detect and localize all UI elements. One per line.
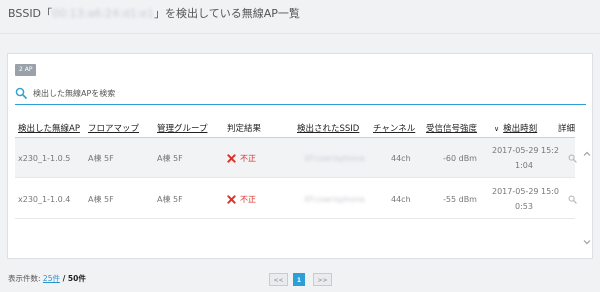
- result-label: 不正: [240, 153, 256, 163]
- sort-desc-icon: ∨: [494, 125, 500, 133]
- cell-result: 不正: [227, 179, 256, 219]
- pager-prev-button[interactable]: <<: [269, 273, 288, 286]
- cell-time: 2017-05-29 15:0 0:53: [489, 179, 559, 219]
- cell-ssid: XFcowrisphone: [304, 138, 365, 178]
- page-title: BSSID「00:13:a6:24:d1:e1」を検出している無線AP一覧: [8, 5, 300, 21]
- col-detect-time[interactable]: ∨ 検出時刻: [494, 122, 537, 134]
- x-icon: [227, 194, 236, 204]
- ssid-value: XFcowrisphone: [304, 194, 365, 204]
- title-bssid: 00:13:a6:24:d1:e1: [52, 7, 155, 20]
- table-row[interactable]: x230_1-1.0.5 A棟 5F A棟 5F 不正 XFcowrisphon…: [15, 138, 577, 178]
- magnifier-icon: [568, 154, 577, 163]
- cell-channel: 44ch: [391, 194, 411, 204]
- col-group[interactable]: 管理グループ: [157, 122, 208, 134]
- cell-ssid: XFcowrisphone: [304, 179, 365, 219]
- col-ssid[interactable]: 検出されたSSID: [297, 122, 359, 134]
- time-line2: 1:04: [515, 161, 533, 170]
- page-size-info: 表示件数: 25件 / 50件: [8, 273, 86, 284]
- col-result: 判定結果: [227, 124, 262, 134]
- pager-next-button[interactable]: >>: [313, 273, 332, 286]
- cell-signal: -55 dBm: [443, 194, 477, 204]
- cell-floor: A棟 5F: [88, 194, 114, 204]
- cell-ap: x230_1-1.0.4: [18, 194, 71, 204]
- cell-floor: A棟 5F: [88, 153, 114, 163]
- detail-button[interactable]: [568, 179, 577, 219]
- ap-count-badge: 2 AP: [15, 64, 37, 76]
- chevron-up-icon[interactable]: [583, 150, 591, 158]
- col-detected-ap[interactable]: 検出した無線AP: [18, 122, 80, 134]
- search-input[interactable]: [33, 86, 573, 101]
- title-prefix: BSSID「: [8, 7, 53, 20]
- page-size-label: 表示件数:: [8, 274, 43, 283]
- ap-list-panel: 2 AP 検出した無線AP フロアマップ 管理グループ 判定結果 検出されたSS…: [7, 53, 593, 259]
- col-signal[interactable]: 受信信号強度: [426, 122, 477, 134]
- cell-time: 2017-05-29 15:2 1:04: [489, 138, 559, 178]
- search-box[interactable]: [15, 84, 586, 105]
- title-divider: [0, 33, 600, 34]
- col-floor-map[interactable]: フロアマップ: [88, 122, 139, 134]
- chevron-down-icon[interactable]: [583, 238, 591, 246]
- table-row[interactable]: x230_1-1.0.4 A棟 5F A棟 5F 不正 XFcowrisphon…: [15, 179, 577, 219]
- time-line1: 2017-05-29 15:2: [492, 146, 559, 155]
- cell-signal: -60 dBm: [443, 153, 477, 163]
- title-suffix: 」を検出している無線AP一覧: [154, 7, 300, 20]
- cell-result: 不正: [227, 138, 256, 178]
- cell-channel: 44ch: [391, 153, 411, 163]
- time-line2: 0:53: [515, 202, 533, 211]
- cell-group: A棟 5F: [157, 153, 183, 163]
- cell-group: A棟 5F: [157, 194, 183, 204]
- cell-ap: x230_1-1.0.5: [18, 153, 71, 163]
- pager-page-1[interactable]: 1: [293, 273, 305, 286]
- result-label: 不正: [240, 194, 256, 204]
- ssid-value: XFcowrisphone: [304, 153, 365, 163]
- x-icon: [227, 153, 236, 163]
- col-channel[interactable]: チャンネル: [373, 122, 415, 134]
- col-detail: 詳細: [558, 124, 576, 134]
- total-count: / 50件: [59, 274, 86, 283]
- detail-button[interactable]: [568, 138, 577, 178]
- search-icon: [15, 87, 27, 99]
- magnifier-icon: [568, 195, 577, 204]
- page-size-link[interactable]: 25件: [43, 274, 60, 283]
- col-detect-time-label: 検出時刻: [503, 124, 538, 134]
- time-line1: 2017-05-29 15:0: [492, 187, 559, 196]
